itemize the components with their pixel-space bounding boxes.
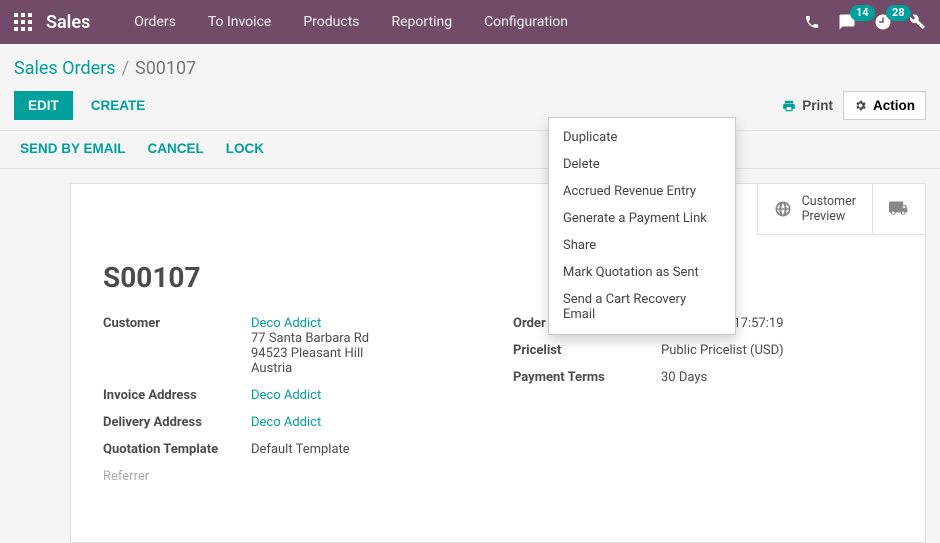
- customer-link[interactable]: Deco Addict: [251, 316, 321, 331]
- right-column: Order Date 11/15/2021 17:57:19 Pricelist…: [513, 316, 893, 496]
- nav-reporting[interactable]: Reporting: [378, 6, 467, 38]
- referrer-value: [251, 469, 483, 484]
- apps-icon[interactable]: [14, 13, 32, 31]
- breadcrumb: Sales Orders / S00107: [0, 44, 940, 87]
- create-button[interactable]: CREATE: [83, 91, 154, 120]
- invoice-address-link[interactable]: Deco Addict: [251, 388, 321, 403]
- activities-badge: 28: [886, 5, 911, 21]
- nav-items: Orders To Invoice Products Reporting Con…: [120, 6, 582, 38]
- send-by-email-button[interactable]: SEND BY EMAIL: [20, 141, 126, 156]
- delivery-button[interactable]: [872, 184, 925, 235]
- action-button[interactable]: Action: [843, 91, 926, 120]
- customer-addr3: Austria: [251, 361, 292, 376]
- content: Customer Preview S00107 Customer Deco Ad…: [0, 169, 940, 543]
- breadcrumb-root[interactable]: Sales Orders: [14, 58, 116, 79]
- action-delete[interactable]: Delete: [549, 151, 735, 178]
- topbar: Sales Orders To Invoice Products Reporti…: [0, 0, 940, 44]
- action-dropdown: Duplicate Delete Accrued Revenue Entry G…: [548, 117, 736, 335]
- tools-icon[interactable]: [910, 14, 926, 30]
- customer-preview-button[interactable]: Customer Preview: [757, 184, 872, 235]
- order-name: S00107: [71, 235, 925, 316]
- quotation-template-value: Default Template: [251, 442, 483, 457]
- print-button[interactable]: Print: [772, 92, 843, 119]
- nav-to-invoice[interactable]: To Invoice: [194, 6, 286, 38]
- messages-badge: 14: [850, 5, 875, 21]
- payment-terms-value: 30 Days: [661, 370, 893, 385]
- label-customer: Customer: [103, 316, 251, 376]
- lock-button[interactable]: LOCK: [226, 141, 264, 156]
- action-mark-quotation-sent[interactable]: Mark Quotation as Sent: [549, 259, 735, 286]
- nav-configuration[interactable]: Configuration: [470, 6, 582, 38]
- breadcrumb-leaf: S00107: [135, 58, 196, 79]
- cancel-button[interactable]: CANCEL: [148, 141, 204, 156]
- edit-button[interactable]: EDIT: [14, 91, 73, 120]
- left-column: Customer Deco Addict 77 Santa Barbara Rd…: [103, 316, 483, 496]
- form-card: Customer Preview S00107 Customer Deco Ad…: [70, 183, 926, 543]
- customer-addr2: 94523 Pleasant Hill: [251, 346, 363, 361]
- label-pricelist: Pricelist: [513, 343, 661, 358]
- nav-orders[interactable]: Orders: [120, 6, 190, 38]
- truck-icon: [889, 201, 909, 217]
- label-payment-terms: Payment Terms: [513, 370, 661, 385]
- gear-icon: [854, 99, 867, 112]
- toolbar: EDIT CREATE Print Action: [0, 87, 940, 131]
- globe-icon: [774, 200, 792, 218]
- breadcrumb-sep: /: [122, 58, 129, 79]
- label-quotation-template: Quotation Template: [103, 442, 251, 457]
- action-label: Action: [873, 98, 915, 113]
- phone-icon[interactable]: [804, 14, 820, 30]
- print-icon: [782, 99, 796, 113]
- label-referrer: Referrer: [103, 469, 251, 484]
- messages-icon[interactable]: 14: [838, 13, 856, 31]
- action-generate-payment-link[interactable]: Generate a Payment Link: [549, 205, 735, 232]
- nav-products[interactable]: Products: [289, 6, 373, 38]
- activities-icon[interactable]: 28: [874, 13, 892, 31]
- delivery-address-link[interactable]: Deco Addict: [251, 415, 321, 430]
- print-label: Print: [802, 98, 833, 113]
- action-cart-recovery-email[interactable]: Send a Cart Recovery Email: [549, 286, 735, 328]
- stat-buttons: Customer Preview: [71, 184, 925, 235]
- action-accrued-revenue[interactable]: Accrued Revenue Entry: [549, 178, 735, 205]
- action-share[interactable]: Share: [549, 232, 735, 259]
- customer-addr1: 77 Santa Barbara Rd: [251, 331, 369, 346]
- pricelist-value: Public Pricelist (USD): [661, 343, 893, 358]
- status-bar: SEND BY EMAIL CANCEL LOCK: [0, 131, 940, 169]
- label-delivery-address: Delivery Address: [103, 415, 251, 430]
- action-duplicate[interactable]: Duplicate: [549, 124, 735, 151]
- customer-preview-label: Customer Preview: [802, 194, 856, 224]
- label-invoice-address: Invoice Address: [103, 388, 251, 403]
- app-title[interactable]: Sales: [46, 12, 90, 33]
